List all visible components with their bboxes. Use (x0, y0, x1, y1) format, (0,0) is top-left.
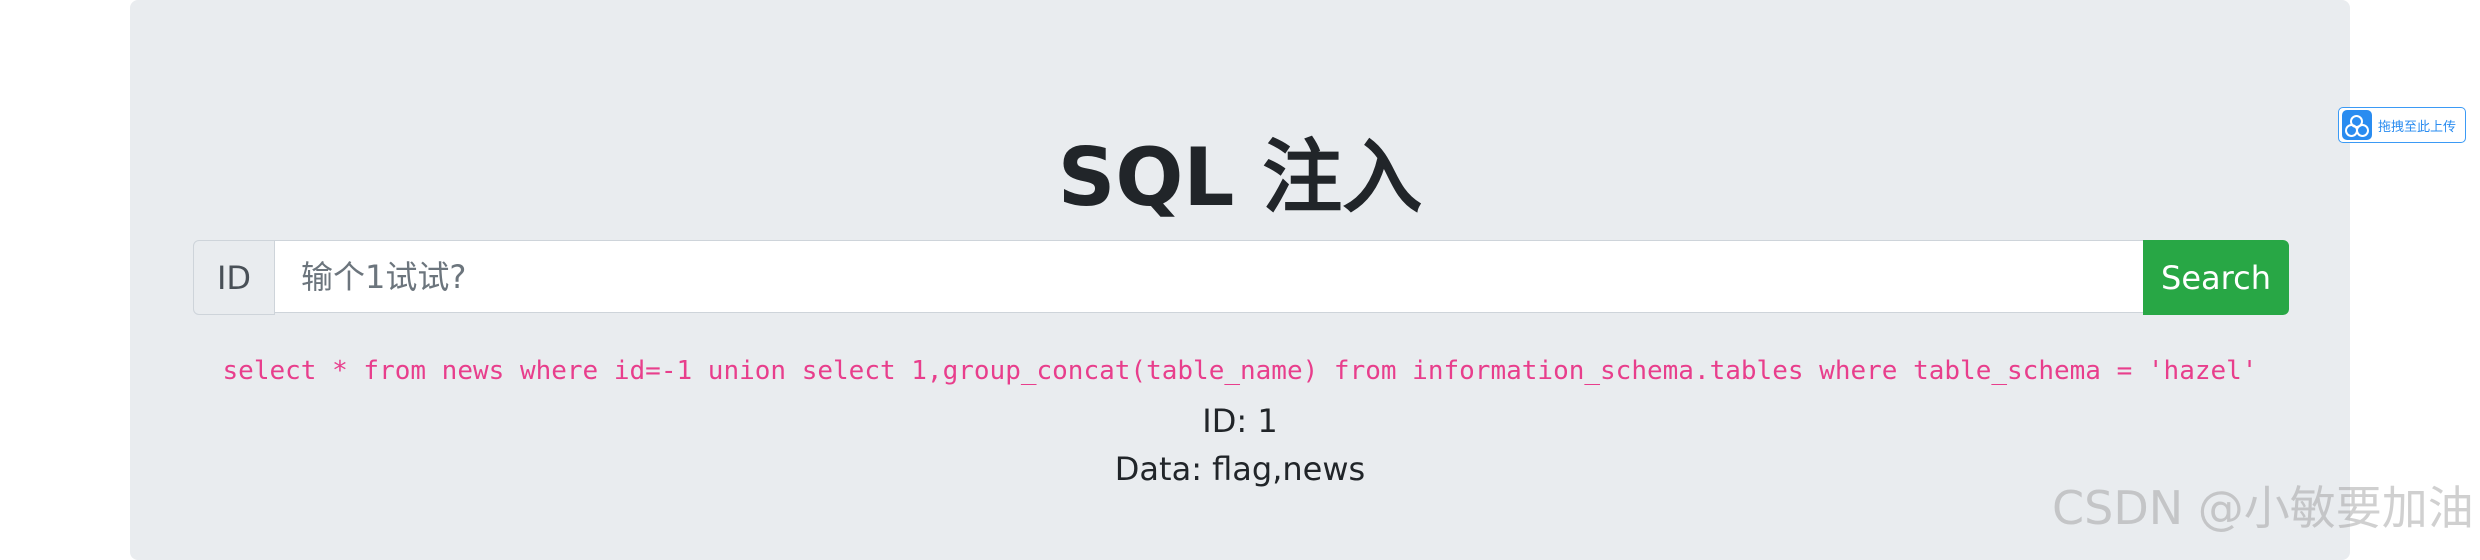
upload-label: 拖拽至此上传 (2378, 119, 2457, 135)
result-data: Data: flag,news (1114, 450, 1366, 488)
search-button[interactable]: Search (2143, 240, 2289, 315)
search-form: ID Search (193, 240, 2289, 315)
id-search-input[interactable] (275, 240, 2143, 313)
cloud-upload-icon (2342, 110, 2372, 140)
result-id: ID: 1 (1202, 402, 1278, 440)
jumbotron-container: SQL 注入 ID Search select * from news wher… (130, 0, 2350, 560)
drag-upload-button[interactable]: 拖拽至此上传 (2338, 107, 2466, 143)
page-title: SQL 注入 (1057, 131, 1423, 224)
id-prefix-label: ID (193, 240, 275, 315)
csdn-watermark: CSDN @小敏要加油 (2052, 481, 2474, 535)
sql-query-text: select * from news where id=-1 union sel… (222, 356, 2258, 386)
